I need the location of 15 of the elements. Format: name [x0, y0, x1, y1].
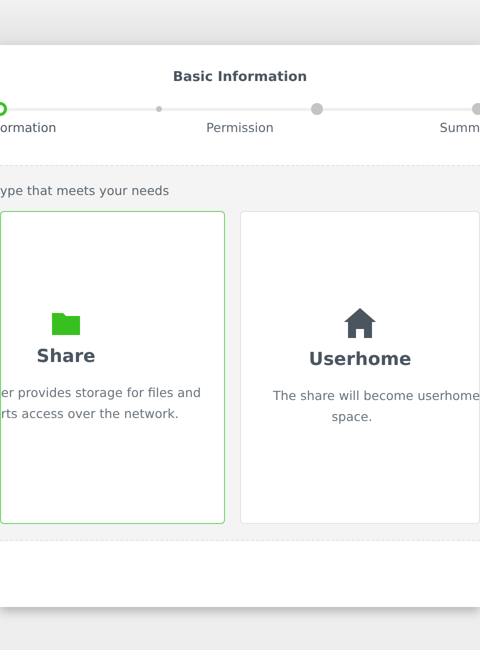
dialog-title: Basic Information [172, 68, 308, 87]
folder-icon [52, 312, 80, 335]
step-label: Permission [206, 119, 274, 138]
card-description-line: space. [332, 408, 372, 426]
card-description-line: rts access over the network. [1, 404, 179, 423]
prompt-text: ype that meets your needs [0, 182, 170, 200]
step-label: Summ [440, 119, 480, 138]
card-title: Share [35, 344, 96, 369]
step-label: ormation [0, 119, 56, 138]
card-title: Userhome [308, 348, 412, 372]
option-card[interactable]: Userhome The share will become userhome space. [240, 210, 480, 524]
card-description-line: The share will become userhome [272, 386, 480, 405]
card-description-line: er provides storage for files and [1, 384, 201, 402]
house-icon [344, 308, 376, 338]
option-card[interactable]: Share er provides storage for files and rts access over the network. [0, 210, 225, 524]
